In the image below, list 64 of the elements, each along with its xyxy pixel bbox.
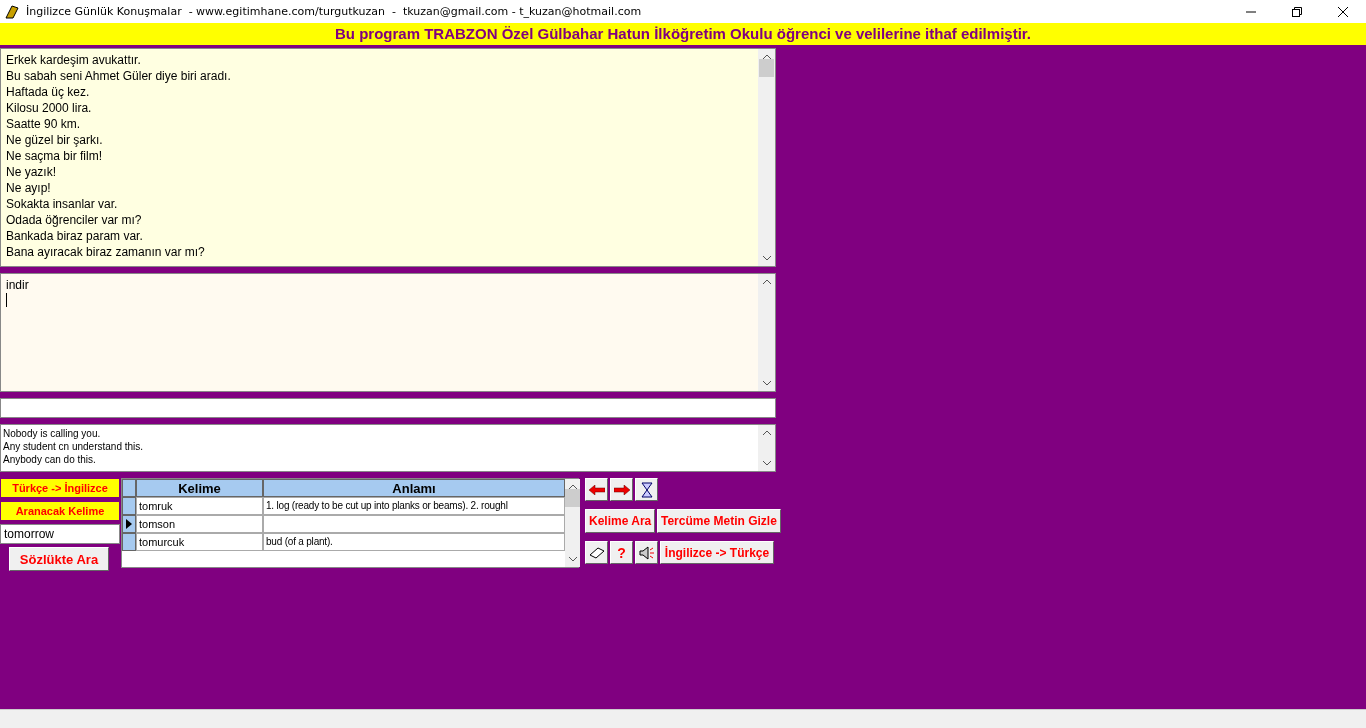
row-pointer-icon (126, 519, 132, 529)
direction-label: Türkçe -> İngilizce (0, 478, 120, 498)
dictionary-table[interactable]: Kelime Anlamı tomruk 1. log (ready to be cut up into planks or beams). 2. roughl tomson tomurcuk bud (of a plant). (121, 478, 579, 568)
row-indicator[interactable] (122, 515, 136, 533)
direction-button[interactable]: İngilizce -> Türkçe (660, 541, 774, 564)
column-header[interactable]: Kelime (136, 479, 263, 497)
forward-arrow-button[interactable] (610, 478, 633, 501)
back-arrow-button[interactable] (585, 478, 608, 501)
window-title: İngilizce Günlük Konuşmalar - www.egitimhane.com/turgutkuzan - tkuzan@gmail.com - t_kuzan@hotmail.com (26, 5, 642, 18)
table-cell: tomson (136, 515, 263, 533)
column-header[interactable]: Anlamı (263, 479, 565, 497)
sentence-line: Ne ayıp! (6, 180, 52, 196)
table-cell: tomurcuk (136, 533, 263, 551)
scroll-down-icon[interactable] (568, 557, 577, 562)
scroll-down-icon[interactable] (762, 461, 771, 466)
sentence-line: Saatte 90 km. (6, 116, 82, 132)
sentence-line: Kilosu 2000 lira. (6, 100, 93, 116)
example-line: Anybody can do this. (3, 453, 97, 466)
input-field[interactable] (0, 398, 776, 418)
table-cell: tomruk (136, 497, 263, 515)
sentence-line: Bana ayıracak biraz zamanın var mı? (6, 244, 206, 260)
hourglass-button[interactable] (635, 478, 658, 501)
editor-text: indir (6, 277, 30, 293)
sentence-line: Sokakta insanlar var. (6, 196, 119, 212)
sentence-line: Ne saçma bir film! (6, 148, 104, 164)
example-line: Any student cn understand this. (3, 440, 145, 453)
scrollbar[interactable] (565, 479, 580, 567)
sentence-line: Odada öğrenciler var mı? (6, 212, 143, 228)
scroll-up-icon[interactable] (762, 279, 771, 284)
dedication-banner: Bu program TRABZON Özel Gülbahar Hatun İlköğretim Okulu öğrenci ve velilerine ithaf edilmiştir. (0, 23, 1366, 45)
scrollbar[interactable] (758, 49, 775, 266)
scroll-down-icon[interactable] (762, 256, 771, 261)
table-cell: 1. log (ready to be cut up into planks or beams). 2. roughl (263, 497, 565, 515)
header-corner (122, 479, 136, 497)
right-arrow-icon[interactable] (613, 484, 630, 495)
text-editor[interactable]: indir (0, 273, 776, 392)
left-arrow-icon[interactable] (588, 484, 605, 495)
app-icon (4, 3, 20, 20)
sentence-line: Ne yazık! (6, 164, 57, 180)
scrollbar[interactable] (758, 425, 775, 471)
restore-icon[interactable] (1292, 6, 1302, 17)
help-button[interactable]: ? (610, 541, 633, 564)
example-list[interactable]: Nobody is calling you. Any student cn understand this. Anybody can do this. (0, 424, 776, 472)
book-button[interactable] (585, 541, 608, 564)
table-cell: bud (of a plant). (263, 533, 565, 551)
scroll-up-icon[interactable] (762, 430, 771, 435)
sentence-line: Bu sabah seni Ahmet Güler diye biri aradı. (6, 68, 232, 84)
sentence-line: Bankada biraz param var. (6, 228, 144, 244)
example-line: Nobody is calling you. (3, 427, 102, 440)
scroll-thumb[interactable] (759, 59, 774, 77)
scroll-thumb[interactable] (565, 489, 580, 507)
search-field[interactable]: tomorrow (0, 524, 120, 544)
scroll-down-icon[interactable] (762, 381, 771, 386)
sentence-line: Erkek kardeşim avukattır. (6, 52, 142, 68)
sentence-line: Ne güzel bir şarkı. (6, 132, 104, 148)
dictionary-search-button[interactable]: Sözlükte Ara (9, 547, 109, 571)
hourglass-icon[interactable] (640, 481, 653, 498)
scrollbar[interactable] (758, 274, 775, 391)
sentence-line: Haftada üç kez. (6, 84, 91, 100)
hide-translation-button[interactable]: Tercüme Metin Gizle (657, 509, 781, 533)
search-label: Aranacak Kelime (0, 501, 120, 521)
sentence-list[interactable] (0, 48, 776, 267)
close-icon[interactable] (1338, 6, 1348, 17)
word-search-button[interactable]: Kelime Ara (585, 509, 655, 533)
